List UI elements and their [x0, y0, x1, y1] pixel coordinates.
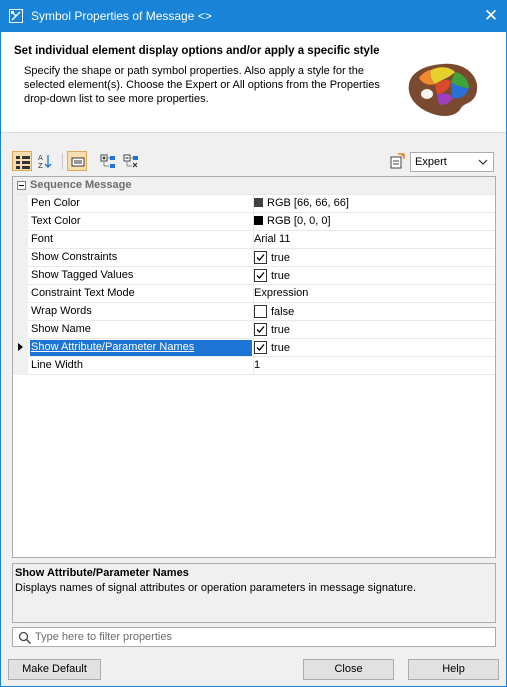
- property-value: true: [254, 323, 494, 339]
- property-row-text-color[interactable]: Text Color RGB [0, 0, 0]: [13, 213, 495, 231]
- svg-text:Z: Z: [38, 162, 43, 169]
- property-value-text: true: [271, 270, 290, 282]
- close-button[interactable]: Close: [303, 659, 394, 680]
- property-value-text: true: [271, 252, 290, 264]
- checkbox-checked[interactable]: [254, 269, 267, 282]
- row-gutter: [13, 267, 28, 285]
- property-row-line-width[interactable]: Line Width 1: [13, 357, 495, 375]
- description-panel: Show Attribute/Parameter Names Displays …: [12, 563, 496, 623]
- property-name: Show Name: [31, 323, 91, 335]
- help-button[interactable]: Help: [408, 659, 499, 680]
- app-icon: [9, 9, 23, 23]
- row-gutter: [13, 321, 28, 339]
- search-icon: [18, 631, 32, 645]
- row-gutter: [13, 195, 28, 213]
- header-title: Set individual element display options a…: [14, 45, 380, 57]
- title-bar[interactable]: Symbol Properties of Message <> ✕: [1, 1, 506, 32]
- property-value: false: [254, 305, 494, 321]
- property-name: Font: [31, 233, 54, 245]
- row-gutter: [13, 213, 28, 231]
- filter-input[interactable]: [35, 629, 490, 645]
- property-name: Constraint Text Mode: [31, 287, 135, 299]
- property-value[interactable]: RGB [0, 0, 0]: [254, 215, 494, 231]
- property-value: true: [254, 341, 494, 357]
- property-value[interactable]: Arial 11: [254, 233, 494, 249]
- row-gutter: [13, 285, 28, 303]
- property-value[interactable]: 1: [254, 359, 494, 375]
- property-name: Show Constraints: [31, 251, 118, 263]
- group-row-sequence-message[interactable]: Sequence Message: [13, 177, 495, 195]
- property-row-show-name[interactable]: Show Name true: [13, 321, 495, 339]
- property-value[interactable]: RGB [66, 66, 66]: [254, 197, 494, 213]
- property-row-font[interactable]: Font Arial 11: [13, 231, 495, 249]
- property-row-constraint-text-mode[interactable]: Constraint Text Mode Expression: [13, 285, 495, 303]
- description-text: Displays names of signal attributes or o…: [15, 582, 417, 594]
- collapse-group-icon[interactable]: [17, 181, 26, 190]
- header-description: Specify the shape or path symbol propert…: [24, 65, 380, 105]
- row-gutter: [13, 339, 28, 357]
- property-value-text: true: [271, 342, 290, 354]
- property-value-text: false: [271, 306, 295, 318]
- checkbox-checked[interactable]: [254, 251, 267, 264]
- property-value: true: [254, 269, 494, 285]
- property-name: Text Color: [31, 215, 81, 227]
- show-description-icon[interactable]: [67, 151, 87, 171]
- color-swatch: [254, 216, 263, 225]
- row-gutter: [13, 249, 28, 267]
- row-gutter: [13, 357, 28, 375]
- property-row-show-constraints[interactable]: Show Constraints true: [13, 249, 495, 267]
- window-close-button[interactable]: ✕: [476, 1, 506, 32]
- property-row-pen-color[interactable]: Pen Color RGB [66, 66, 66]: [13, 195, 495, 213]
- property-value: true: [254, 251, 494, 267]
- property-value-text: RGB [0, 0, 0]: [267, 215, 331, 227]
- property-value-text: RGB [66, 66, 66]: [267, 197, 349, 209]
- property-row-wrap-words[interactable]: Wrap Words false: [13, 303, 495, 321]
- make-default-button[interactable]: Make Default: [8, 659, 101, 680]
- chevron-down-icon: [478, 159, 488, 165]
- checkbox-unchecked[interactable]: [254, 305, 267, 318]
- apply-style-icon[interactable]: [387, 151, 407, 171]
- categorized-view-icon[interactable]: [12, 151, 32, 171]
- property-value-text: true: [271, 324, 290, 336]
- toolbar-separator: [62, 153, 63, 169]
- color-swatch: [254, 198, 263, 207]
- window-title: Symbol Properties of Message <>: [31, 9, 212, 23]
- properties-mode-dropdown[interactable]: Expert: [410, 152, 494, 172]
- checkbox-checked[interactable]: [254, 323, 267, 336]
- property-name: Show Tagged Values: [31, 269, 134, 281]
- property-name: Wrap Words: [31, 305, 92, 317]
- property-grid: Sequence Message Pen Color RGB [66, 66, …: [12, 176, 496, 558]
- palette-icon: [408, 63, 478, 116]
- svg-text:A: A: [38, 154, 43, 162]
- dialog-window: Symbol Properties of Message <> ✕ Set in…: [0, 0, 507, 687]
- row-gutter: [13, 231, 28, 249]
- property-name: Show Attribute/Parameter Names: [30, 340, 252, 356]
- description-title: Show Attribute/Parameter Names: [15, 567, 189, 579]
- row-pointer-icon: [18, 343, 23, 351]
- property-toolbar: AZ Expert: [10, 149, 498, 175]
- checkbox-checked[interactable]: [254, 341, 267, 354]
- group-label: Sequence Message: [30, 179, 132, 191]
- properties-mode-value: Expert: [415, 156, 447, 168]
- expand-all-icon[interactable]: [98, 151, 118, 171]
- property-name: Pen Color: [31, 197, 80, 209]
- property-row-show-attribute-parameter-names[interactable]: Show Attribute/Parameter Names true: [13, 339, 495, 357]
- collapse-all-icon[interactable]: [121, 151, 141, 171]
- property-row-show-tagged-values[interactable]: Show Tagged Values true: [13, 267, 495, 285]
- property-value[interactable]: Expression: [254, 287, 494, 303]
- dialog-header: Set individual element display options a…: [1, 32, 506, 133]
- row-gutter: [13, 303, 28, 321]
- property-name: Line Width: [31, 359, 83, 371]
- filter-box: [12, 627, 496, 647]
- sort-alphabetical-icon[interactable]: AZ: [35, 151, 55, 171]
